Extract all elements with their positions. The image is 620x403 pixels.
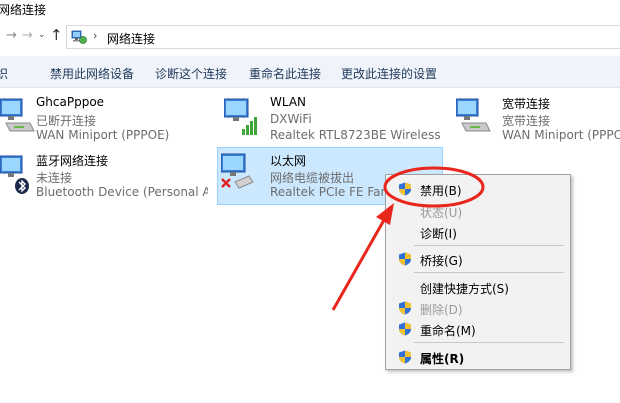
- ethernet-adapter-icon: [221, 153, 254, 189]
- connection-name: GhcaPppoe: [36, 95, 105, 109]
- chevron-down-icon[interactable]: ⌄: [38, 30, 46, 40]
- menu-item-rename[interactable]: 重命名(M): [386, 319, 570, 339]
- network-connections-icon: [71, 30, 87, 44]
- connection-item-wlan[interactable]: WLAN DXWiFi Realtek RTL8723BE Wireless L…: [224, 95, 444, 149]
- address-bar: → → ⌄ ↑ › 网络连接: [0, 22, 620, 52]
- menu-item-label: 禁用(B): [420, 184, 462, 198]
- connection-status: 已断开连接: [36, 114, 97, 128]
- menu-item-label: 诊断(I): [420, 227, 457, 241]
- connection-device: WAN Miniport (PPPOE): [36, 128, 170, 142]
- connection-status: 未连接: [36, 171, 73, 185]
- menu-item-create-shortcut[interactable]: 创建快捷方式(S): [386, 277, 570, 297]
- menu-item-label: 创建快捷方式(S): [420, 282, 509, 296]
- window-title: 网络连接: [0, 3, 47, 17]
- rename-connection-button[interactable]: 重命名此连接: [249, 65, 321, 82]
- breadcrumb[interactable]: 网络连接: [107, 30, 155, 47]
- shield-icon: [399, 322, 411, 336]
- menu-separator: [414, 245, 564, 246]
- menu-item-label: 重命名(M): [420, 324, 476, 338]
- menu-item-delete: 删除(D): [386, 298, 570, 318]
- menu-item-bridge[interactable]: 桥接(G): [386, 249, 570, 269]
- connection-item-broadband[interactable]: 宽带连接 宽带连接 WAN Miniport (PPPOE: [456, 95, 620, 149]
- menu-item-label: 删除(D): [420, 303, 463, 317]
- modem-icon: [456, 98, 491, 132]
- connection-item-ghcapppoe[interactable]: GhcaPppoe 已断开连接 WAN Miniport (PPPOE): [0, 95, 200, 149]
- connection-name: 蓝牙网络连接: [36, 154, 109, 168]
- modem-icon: [0, 98, 35, 132]
- menu-separator: [414, 272, 564, 273]
- breadcrumb-separator-icon: ›: [93, 29, 98, 42]
- shield-icon: [399, 252, 411, 266]
- connection-status: 网络电缆被拔出: [270, 171, 355, 185]
- connection-device: WAN Miniport (PPPOE: [502, 128, 620, 142]
- annotation-arrow-shaft: [331, 219, 386, 311]
- wifi-adapter-icon: [224, 98, 257, 135]
- menu-item-status: 状态(U): [386, 201, 570, 221]
- shield-icon: [399, 301, 411, 315]
- forward-arrow-icon[interactable]: →: [22, 28, 33, 43]
- menu-item-diagnose[interactable]: 诊断(I): [386, 222, 570, 242]
- command-bar: 织 禁用此网络设备 诊断这个连接 重命名此连接 更改此连接的设置: [0, 56, 620, 88]
- menu-item-disable[interactable]: 禁用(B): [386, 179, 570, 199]
- connection-name: WLAN: [270, 95, 307, 109]
- shield-icon: [399, 182, 411, 196]
- menu-item-label: 桥接(G): [420, 254, 463, 268]
- diagnose-connection-button[interactable]: 诊断这个连接: [155, 65, 227, 82]
- connection-device: Realtek RTL8723BE Wireless L...: [270, 128, 440, 142]
- change-settings-button[interactable]: 更改此连接的设置: [341, 65, 437, 82]
- back-arrow-icon[interactable]: →: [6, 28, 17, 43]
- title-bar: 网络连接: [0, 0, 620, 20]
- address-input[interactable]: › 网络连接: [66, 25, 620, 49]
- organize-button[interactable]: 织: [0, 65, 8, 82]
- menu-item-label: 属性(R): [420, 352, 465, 366]
- connection-name: 宽带连接: [502, 97, 551, 111]
- menu-item-properties[interactable]: 属性(R): [386, 347, 570, 367]
- up-arrow-icon[interactable]: ↑: [50, 26, 63, 44]
- connection-status: 宽带连接: [502, 114, 551, 128]
- connection-device: Bluetooth Device (Personal Ar...: [36, 185, 208, 199]
- context-menu: 禁用(B) 状态(U) 诊断(I) 桥接(G) 创建快捷方式(S) 删除(D) …: [385, 174, 571, 370]
- disable-device-button[interactable]: 禁用此网络设备: [50, 65, 134, 82]
- bluetooth-adapter-icon: [0, 155, 29, 194]
- connection-name: 以太网: [270, 154, 307, 168]
- connection-item-bluetooth[interactable]: 蓝牙网络连接 未连接 Bluetooth Device (Personal Ar…: [0, 152, 210, 206]
- shield-icon: [399, 350, 411, 364]
- menu-separator: [414, 342, 564, 343]
- connection-status: DXWiFi: [270, 112, 312, 126]
- menu-item-label: 状态(U): [420, 206, 463, 220]
